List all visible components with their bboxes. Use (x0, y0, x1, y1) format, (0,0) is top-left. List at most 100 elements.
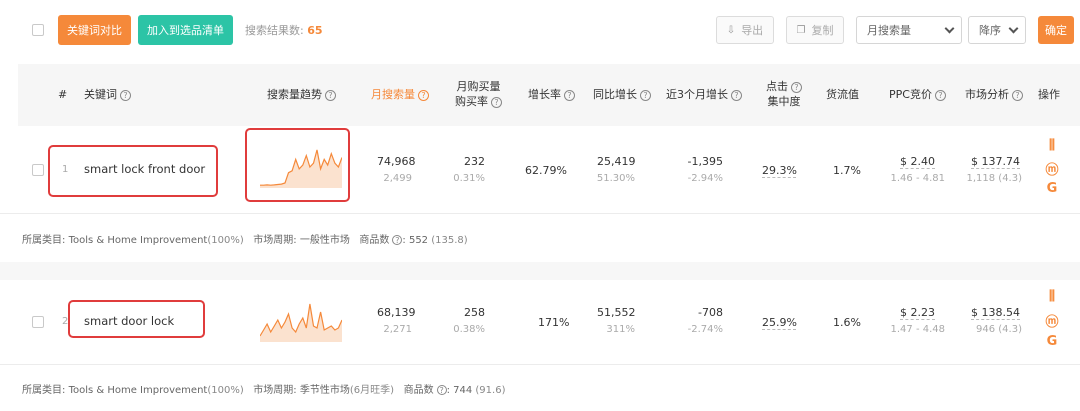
market-price[interactable]: $ 138.54 (960, 305, 1020, 320)
help-icon[interactable]: ? (731, 90, 742, 101)
supply-value: 1.7% (833, 164, 861, 177)
more-icon[interactable]: ⓜ (1044, 159, 1060, 178)
col-monthly[interactable]: 月搜索量? (371, 87, 429, 102)
growth-rate: 171% (538, 316, 570, 329)
monthly-search: 68,139 (377, 306, 416, 319)
help-icon[interactable]: ? (392, 235, 403, 245)
col-concentration-label: 集中度 (767, 95, 801, 108)
daily-search: 2,271 (383, 324, 412, 335)
meta-goods-sub: (135.8) (431, 235, 468, 246)
google-icon[interactable]: G (1044, 334, 1060, 349)
sort-order-select[interactable]: 降序 (968, 16, 1026, 44)
row-divider (0, 364, 1080, 365)
help-icon[interactable]: ? (418, 90, 429, 101)
select-all-checkbox[interactable] (32, 24, 44, 36)
ppc-range: 1.47 - 4.48 (890, 324, 946, 335)
col-index: # (58, 88, 68, 101)
col-ops: 操作 (1038, 88, 1060, 101)
yoy-value: 25,419 (597, 155, 636, 168)
daily-search: 2,499 (383, 173, 412, 184)
recent3-value: -708 (698, 306, 723, 319)
sort-field-select[interactable]: 月搜索量 (856, 16, 962, 44)
col-rate-label: 购买率 (455, 95, 488, 108)
meta-category: Tools & Home Improvement (68, 235, 208, 246)
help-icon[interactable]: ? (791, 82, 802, 93)
yoy-pct: 51.30% (596, 173, 635, 184)
meta-goods-sub: (91.6) (475, 385, 506, 396)
more-icon[interactable]: ⓜ (1044, 311, 1060, 330)
meta-category: Tools & Home Improvement (68, 385, 208, 396)
market-price[interactable]: $ 137.74 (960, 154, 1020, 169)
meta-category-label: 所属类目: (22, 385, 66, 396)
row-checkbox[interactable] (32, 164, 44, 176)
buy-rate: 0.31% (453, 173, 485, 184)
copy-button[interactable]: ❐ 复制 (786, 16, 844, 44)
row-checkbox[interactable] (32, 316, 44, 328)
meta-category-label: 所属类目: (22, 235, 66, 246)
chevron-down-icon (1008, 23, 1019, 33)
keyword-link[interactable]: smart door lock (84, 314, 174, 329)
meta-cycle: 一般性市场 (299, 235, 350, 246)
col-click-label: 点击 (766, 80, 788, 93)
buy-rate: 0.38% (453, 324, 485, 335)
meta-goods: : 552 (402, 235, 429, 246)
col-growth-label: 增长率 (528, 88, 561, 101)
row-spacer (0, 262, 1080, 280)
confirm-button[interactable]: 确定 (1038, 16, 1074, 44)
keyword-link[interactable]: smart lock front door (84, 162, 205, 177)
copy-label: 复制 (811, 24, 834, 37)
trend-sparkline[interactable] (260, 146, 342, 188)
col-keyword: 关键词? (84, 87, 131, 102)
meta-cycle-extra: (6月旺季) (349, 385, 395, 396)
col-monthly-label: 月搜索量 (371, 88, 415, 101)
google-icon[interactable]: G (1044, 181, 1060, 196)
col-buy-label: 月购买量 (456, 80, 501, 93)
bar-chart-icon[interactable]: ⫼ (1044, 289, 1060, 304)
bar-chart-icon[interactable]: ⫼ (1044, 138, 1060, 153)
click-concentration[interactable]: 25.9% (762, 315, 797, 330)
help-icon[interactable]: ? (564, 90, 575, 101)
export-button[interactable]: ⇩ 导出 (716, 16, 774, 44)
sort-order-value: 降序 (979, 24, 1001, 37)
ppc-range: 1.46 - 4.81 (890, 173, 946, 184)
meta-cycle-label: 市场周期: (253, 385, 297, 396)
row-divider (0, 213, 1080, 214)
help-icon[interactable]: ? (120, 90, 131, 101)
meta-goods: : 744 (446, 385, 473, 396)
market-count: 1,118 (4.3) (966, 173, 1022, 184)
help-icon[interactable]: ? (1012, 90, 1023, 101)
monthly-buy: 258 (464, 306, 485, 319)
download-icon: ⇩ (726, 24, 736, 36)
trend-sparkline[interactable] (260, 298, 342, 342)
result-count: 搜索结果数: 65 (245, 22, 323, 38)
export-label: 导出 (741, 24, 764, 37)
meta-goods-label: 商品数 (359, 235, 390, 246)
row-meta: 所属类目: Tools & Home Improvement(100%) 市场周… (22, 381, 505, 396)
add-to-list-button[interactable]: 加入到选品清单 (138, 15, 233, 45)
help-icon[interactable]: ? (934, 90, 946, 101)
col-trend-label: 搜索量趋势 (267, 88, 322, 101)
meta-goods-label: 商品数 (403, 385, 434, 396)
help-icon[interactable]: ? (640, 90, 651, 101)
yoy-value: 51,552 (597, 306, 636, 319)
click-concentration[interactable]: 29.3% (762, 163, 797, 178)
col-recent3-label: 近3个月增长 (666, 88, 728, 101)
col-recent3: 近3个月增长? (666, 87, 742, 102)
ppc-bid[interactable]: $ 2.23 (895, 305, 935, 320)
meta-category-pct: (100%) (207, 235, 244, 246)
recent3-pct: -2.74% (687, 324, 723, 335)
col-growth: 增长率? (528, 87, 575, 102)
col-keyword-label: 关键词 (84, 88, 117, 101)
market-count: 946 (4.3) (976, 324, 1022, 335)
col-market-label: 市场分析 (965, 88, 1009, 101)
row-meta: 所属类目: Tools & Home Improvement(100%) 市场周… (22, 231, 468, 246)
result-label: 搜索结果数: (245, 24, 304, 37)
sparkline-area (260, 304, 342, 342)
help-icon[interactable]: ? (325, 90, 336, 101)
meta-cycle-label: 市场周期: (253, 235, 297, 246)
keyword-compare-button[interactable]: 关键词对比 (58, 15, 131, 45)
help-icon[interactable]: ? (491, 97, 502, 108)
help-icon[interactable]: ? (436, 385, 447, 395)
ppc-bid[interactable]: $ 2.40 (895, 154, 935, 169)
col-market: 市场分析? (965, 87, 1023, 102)
